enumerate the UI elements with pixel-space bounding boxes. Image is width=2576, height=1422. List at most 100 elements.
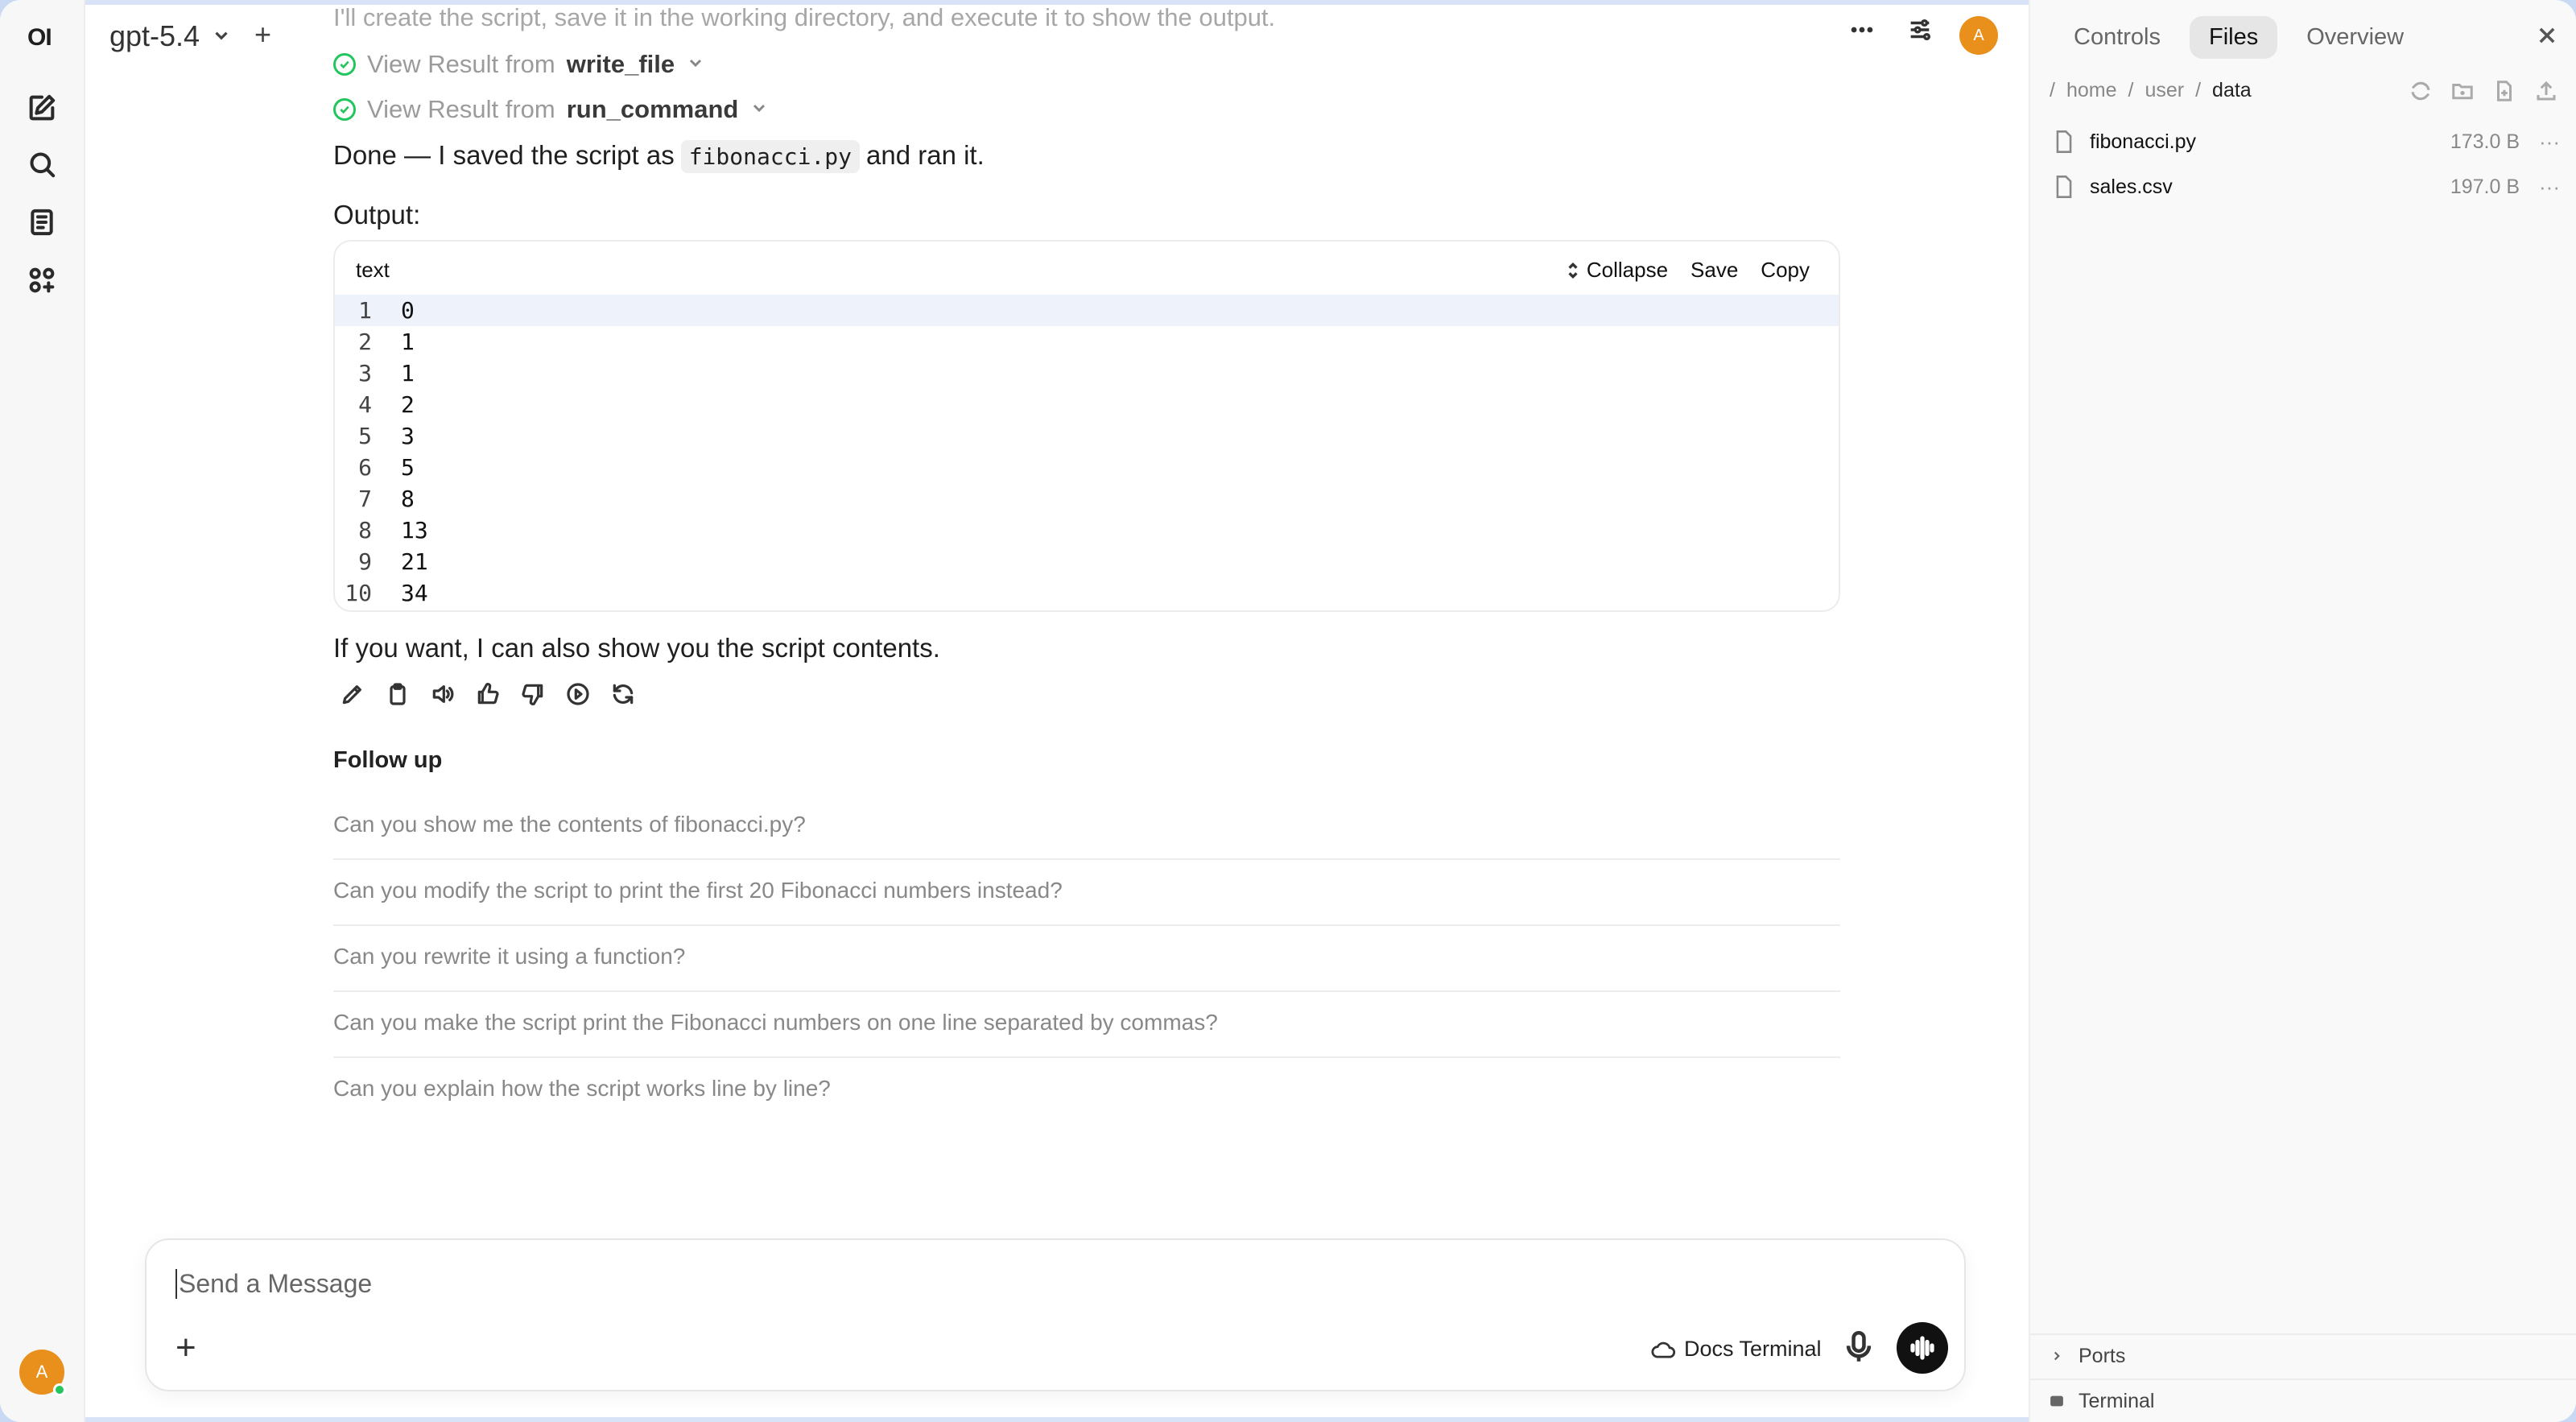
breadcrumb-user[interactable]: user xyxy=(2145,79,2184,102)
code-line: 10 xyxy=(335,295,1839,326)
edit-icon[interactable] xyxy=(340,681,365,707)
line-number: 10 xyxy=(345,580,372,606)
file-icon xyxy=(2056,176,2072,198)
breadcrumb: / home / user / data xyxy=(2050,79,2252,102)
done-text: Done — I saved the script as xyxy=(333,140,675,170)
follow-up-item[interactable]: Can you show me the contents of fibonacc… xyxy=(333,794,1840,860)
breadcrumb-sep: / xyxy=(2128,79,2134,101)
line-value: 1 xyxy=(401,329,415,355)
breadcrumb-home[interactable]: home xyxy=(2066,79,2117,102)
regenerate-icon[interactable] xyxy=(610,681,636,707)
waveform-icon xyxy=(1910,1336,1934,1360)
app-logo[interactable]: OI xyxy=(27,24,52,52)
terminal-section[interactable]: Terminal xyxy=(2030,1379,2576,1422)
chevron-down-icon xyxy=(211,19,232,53)
line-number: 5 xyxy=(358,423,372,449)
output-label: Output: xyxy=(333,200,421,229)
code-line: 9 21 xyxy=(335,546,1839,577)
more-options-icon[interactable] xyxy=(1848,16,1876,43)
ports-label: Ports xyxy=(2079,1344,2126,1367)
closing-message: If you want, I can also show you the scr… xyxy=(333,633,940,663)
file-more-button[interactable]: ··· xyxy=(2539,130,2560,155)
left-rail: OI A xyxy=(0,0,85,1422)
follow-up-item[interactable]: Can you rewrite it using a function? xyxy=(333,926,1840,992)
tab-controls[interactable]: Controls xyxy=(2054,16,2180,59)
tool-name: write_file xyxy=(566,50,675,78)
search-icon[interactable] xyxy=(26,148,58,180)
line-number: 6 xyxy=(358,454,372,481)
line-value: 13 xyxy=(401,517,428,544)
notes-icon[interactable] xyxy=(26,206,58,238)
file-size: 173.0 B xyxy=(2450,130,2520,153)
tab-overview[interactable]: Overview xyxy=(2287,16,2423,59)
line-value: 34 xyxy=(401,580,428,606)
save-button[interactable]: Save xyxy=(1690,258,1738,283)
code-line: 53 xyxy=(335,420,1839,452)
tool-result-write-file[interactable]: View Result from write_file xyxy=(333,50,705,79)
line-value: 21 xyxy=(401,548,428,575)
breadcrumb-data[interactable]: data xyxy=(2212,79,2252,102)
new-folder-icon[interactable] xyxy=(2450,79,2475,107)
refresh-icon[interactable] xyxy=(2409,79,2433,107)
close-icon[interactable] xyxy=(2536,24,2558,51)
chat-controls-icon[interactable] xyxy=(1906,16,1934,43)
line-value: 0 xyxy=(401,297,415,324)
docs-terminal-button[interactable]: Docs Terminal xyxy=(1650,1337,1822,1362)
message-actions xyxy=(340,681,636,707)
panel-tabs: Controls Files Overview xyxy=(2054,16,2423,59)
file-name: sales.csv xyxy=(2090,175,2173,198)
line-number: 8 xyxy=(358,517,372,544)
assistant-message-faded: I'll create the script, save it in the w… xyxy=(333,3,1276,31)
app-window: OI A gpt-5.4 + A I'll create the script,… xyxy=(0,0,2576,1422)
follow-up-item[interactable]: Can you make the script print the Fibona… xyxy=(333,992,1840,1058)
add-model-button[interactable]: + xyxy=(254,18,271,52)
file-row[interactable]: fibonacci.py 173.0 B ··· xyxy=(2054,119,2560,164)
message-composer: Send a Message + Docs Terminal xyxy=(145,1238,1966,1391)
side-panel: Controls Files Overview / home / user / … xyxy=(2029,0,2576,1422)
line-value: 8 xyxy=(401,486,415,512)
microphone-icon[interactable] xyxy=(1845,1330,1872,1368)
copy-icon[interactable] xyxy=(385,681,411,707)
continue-icon[interactable] xyxy=(565,681,591,707)
upload-icon[interactable] xyxy=(2534,79,2558,107)
line-value: 2 xyxy=(401,391,415,418)
thumbs-up-icon[interactable] xyxy=(475,681,501,707)
expand-collapse-icon xyxy=(1568,262,1578,279)
terminal-label: Terminal xyxy=(2079,1389,2155,1412)
file-more-button[interactable]: ··· xyxy=(2539,175,2560,200)
copy-button[interactable]: Copy xyxy=(1761,258,1810,283)
new-chat-icon[interactable] xyxy=(26,92,58,124)
voice-mode-button[interactable] xyxy=(1897,1322,1948,1374)
read-aloud-icon[interactable] xyxy=(430,681,456,707)
tool-result-run-command[interactable]: View Result from run_command xyxy=(333,95,769,124)
inline-code: fibonacci.py xyxy=(680,140,860,173)
terminal-icon xyxy=(2050,1395,2063,1407)
file-row[interactable]: sales.csv 197.0 B ··· xyxy=(2054,164,2560,209)
workspace-icon[interactable] xyxy=(26,264,58,296)
message-input[interactable]: Send a Message xyxy=(175,1269,372,1299)
add-attachment-button[interactable]: + xyxy=(175,1330,196,1366)
follow-up-item[interactable]: Can you explain how the script works lin… xyxy=(333,1058,1840,1124)
code-lines: 1 0 2 1 3 1 4 2 5 3 6 5 7 8 8 13 9 21 10 34 xyxy=(335,295,1839,609)
code-line: 10 34 xyxy=(335,577,1839,609)
ports-section[interactable]: Ports xyxy=(2030,1333,2576,1377)
code-line: 42 xyxy=(335,389,1839,420)
code-block: text Collapse Save Copy 1021314253657881… xyxy=(333,240,1840,612)
thumbs-down-icon[interactable] xyxy=(520,681,546,707)
breadcrumb-sep: / xyxy=(2195,79,2202,101)
tool-result-prefix: View Result from xyxy=(367,50,555,78)
file-size: 197.0 B xyxy=(2450,175,2520,198)
online-status-dot xyxy=(53,1383,66,1396)
header-user-avatar[interactable]: A xyxy=(1959,16,1998,55)
line-number: 9 xyxy=(358,548,372,575)
line-value: 3 xyxy=(401,423,415,449)
new-file-icon[interactable] xyxy=(2492,79,2516,107)
tab-files[interactable]: Files xyxy=(2190,16,2278,59)
file-icon xyxy=(2056,130,2072,153)
code-line: 65 xyxy=(335,452,1839,483)
done-text-end: and ran it. xyxy=(866,140,985,170)
model-selector[interactable]: gpt-5.4 xyxy=(109,19,232,53)
collapse-button[interactable]: Collapse xyxy=(1566,258,1668,283)
follow-up-item[interactable]: Can you modify the script to print the f… xyxy=(333,860,1840,926)
cloud-icon xyxy=(1651,1341,1676,1358)
